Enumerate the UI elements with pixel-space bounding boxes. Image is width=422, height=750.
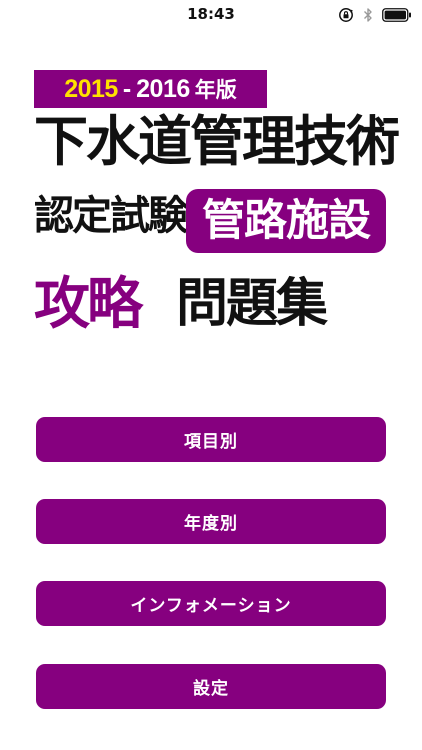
edition-year-badge: 2015 - 2016 年版 xyxy=(34,70,267,108)
battery-icon xyxy=(382,8,412,22)
status-icons xyxy=(338,7,412,23)
by-topic-button[interactable]: 項目別 xyxy=(36,417,386,462)
title-line-3-highlight: 攻略 xyxy=(34,272,143,337)
title-line-3: 問題集 xyxy=(176,274,328,334)
year-suffix: 年版 xyxy=(194,78,237,102)
settings-button[interactable]: 設定 xyxy=(36,664,386,709)
bluetooth-icon xyxy=(363,7,373,23)
rotation-lock-icon xyxy=(338,7,354,23)
by-year-button[interactable]: 年度別 xyxy=(36,499,386,544)
title-line-2: 認定試験 xyxy=(34,193,188,239)
year-start: 2015 xyxy=(64,74,118,103)
title-line-1: 下水道管理技術 xyxy=(34,110,400,173)
year-end: 2016 xyxy=(136,74,190,103)
year-separator: - xyxy=(122,74,132,103)
information-button[interactable]: インフォメーション xyxy=(36,581,386,626)
title-highlight-badge: 管路施設 xyxy=(186,189,386,253)
status-bar: 18:43 xyxy=(0,0,422,28)
